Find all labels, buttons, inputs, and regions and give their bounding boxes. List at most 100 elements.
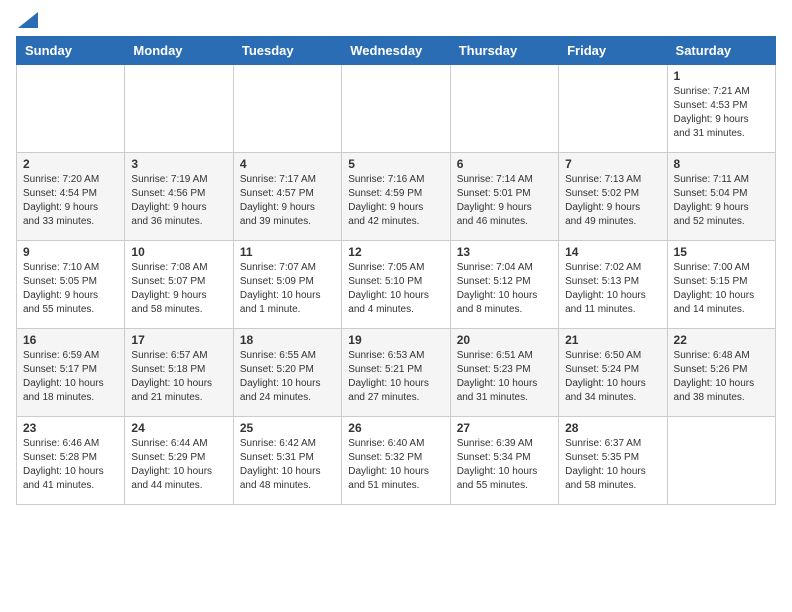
calendar-cell: 24 Sunrise: 6:44 AM Sunset: 5:29 PM Dayli… (125, 417, 233, 505)
day-number: 18 (240, 333, 335, 347)
day-info: Sunrise: 7:00 AM Sunset: 5:15 PM Dayligh… (674, 261, 769, 317)
weekday-header-thursday: Thursday (450, 37, 558, 65)
day-info: Sunrise: 7:11 AM Sunset: 5:04 PM Dayligh… (674, 173, 769, 229)
calendar-week-row: 16 Sunrise: 6:59 AM Sunset: 5:17 PM Dayli… (17, 329, 776, 417)
day-number: 27 (457, 421, 552, 435)
calendar-week-row: 1 Sunrise: 7:21 AM Sunset: 4:53 PM Daylig… (17, 65, 776, 153)
calendar-cell: 25 Sunrise: 6:42 AM Sunset: 5:31 PM Dayli… (233, 417, 341, 505)
calendar-cell (17, 65, 125, 153)
day-info: Sunrise: 6:44 AM Sunset: 5:29 PM Dayligh… (131, 437, 226, 493)
day-info: Sunrise: 7:04 AM Sunset: 5:12 PM Dayligh… (457, 261, 552, 317)
calendar-cell: 7Sunrise: 7:13 AM Sunset: 5:02 PM Daylig… (559, 153, 667, 241)
calendar-week-row: 9Sunrise: 7:10 AM Sunset: 5:05 PM Daylig… (17, 241, 776, 329)
day-info: Sunrise: 6:48 AM Sunset: 5:26 PM Dayligh… (674, 349, 769, 405)
day-info: Sunrise: 6:53 AM Sunset: 5:21 PM Dayligh… (348, 349, 443, 405)
day-number: 25 (240, 421, 335, 435)
day-info: Sunrise: 6:59 AM Sunset: 5:17 PM Dayligh… (23, 349, 118, 405)
day-number: 16 (23, 333, 118, 347)
day-number: 1 (674, 69, 769, 83)
calendar-cell: 4 Sunrise: 7:17 AM Sunset: 4:57 PM Daylig… (233, 153, 341, 241)
day-number: 10 (131, 245, 226, 259)
logo-icon (18, 12, 38, 28)
day-info: Sunrise: 7:08 AM Sunset: 5:07 PM Dayligh… (131, 261, 226, 317)
day-info: Sunrise: 7:17 AM Sunset: 4:57 PM Dayligh… (240, 173, 335, 229)
day-info: Sunrise: 7:21 AM Sunset: 4:53 PM Dayligh… (674, 85, 769, 141)
day-info: Sunrise: 7:16 AM Sunset: 4:59 PM Dayligh… (348, 173, 443, 229)
calendar-table: SundayMondayTuesdayWednesdayThursdayFrid… (16, 36, 776, 505)
day-info: Sunrise: 6:46 AM Sunset: 5:28 PM Dayligh… (23, 437, 118, 493)
calendar-cell: 28 Sunrise: 6:37 AM Sunset: 5:35 PM Dayli… (559, 417, 667, 505)
calendar-cell: 16 Sunrise: 6:59 AM Sunset: 5:17 PM Dayli… (17, 329, 125, 417)
calendar-cell: 17Sunrise: 6:57 AM Sunset: 5:18 PM Dayli… (125, 329, 233, 417)
day-number: 13 (457, 245, 552, 259)
day-info: Sunrise: 7:14 AM Sunset: 5:01 PM Dayligh… (457, 173, 552, 229)
page-header (16, 16, 776, 24)
calendar-week-row: 2 Sunrise: 7:20 AM Sunset: 4:54 PM Daylig… (17, 153, 776, 241)
weekday-header-saturday: Saturday (667, 37, 775, 65)
day-number: 17 (131, 333, 226, 347)
calendar-cell: 22 Sunrise: 6:48 AM Sunset: 5:26 PM Dayli… (667, 329, 775, 417)
day-info: Sunrise: 6:50 AM Sunset: 5:24 PM Dayligh… (565, 349, 660, 405)
calendar-cell: 3 Sunrise: 7:19 AM Sunset: 4:56 PM Daylig… (125, 153, 233, 241)
day-number: 11 (240, 245, 335, 259)
day-number: 28 (565, 421, 660, 435)
calendar-header-row: SundayMondayTuesdayWednesdayThursdayFrid… (17, 37, 776, 65)
day-number: 14 (565, 245, 660, 259)
calendar-cell: 9Sunrise: 7:10 AM Sunset: 5:05 PM Daylig… (17, 241, 125, 329)
calendar-cell (342, 65, 450, 153)
day-number: 19 (348, 333, 443, 347)
weekday-header-monday: Monday (125, 37, 233, 65)
calendar-cell: 5 Sunrise: 7:16 AM Sunset: 4:59 PM Daylig… (342, 153, 450, 241)
weekday-header-tuesday: Tuesday (233, 37, 341, 65)
day-info: Sunrise: 6:51 AM Sunset: 5:23 PM Dayligh… (457, 349, 552, 405)
day-info: Sunrise: 7:20 AM Sunset: 4:54 PM Dayligh… (23, 173, 118, 229)
calendar-cell: 20 Sunrise: 6:51 AM Sunset: 5:23 PM Dayli… (450, 329, 558, 417)
day-info: Sunrise: 7:07 AM Sunset: 5:09 PM Dayligh… (240, 261, 335, 317)
calendar-cell: 21 Sunrise: 6:50 AM Sunset: 5:24 PM Dayli… (559, 329, 667, 417)
day-number: 12 (348, 245, 443, 259)
calendar-cell: 19 Sunrise: 6:53 AM Sunset: 5:21 PM Dayli… (342, 329, 450, 417)
calendar-cell: 11 Sunrise: 7:07 AM Sunset: 5:09 PM Dayli… (233, 241, 341, 329)
day-number: 4 (240, 157, 335, 171)
day-number: 26 (348, 421, 443, 435)
day-info: Sunrise: 7:13 AM Sunset: 5:02 PM Dayligh… (565, 173, 660, 229)
calendar-cell: 8 Sunrise: 7:11 AM Sunset: 5:04 PM Daylig… (667, 153, 775, 241)
calendar-cell: 15 Sunrise: 7:00 AM Sunset: 5:15 PM Dayli… (667, 241, 775, 329)
day-number: 23 (23, 421, 118, 435)
calendar-cell (450, 65, 558, 153)
weekday-header-sunday: Sunday (17, 37, 125, 65)
calendar-cell: 1 Sunrise: 7:21 AM Sunset: 4:53 PM Daylig… (667, 65, 775, 153)
calendar-cell (667, 417, 775, 505)
day-info: Sunrise: 6:37 AM Sunset: 5:35 PM Dayligh… (565, 437, 660, 493)
calendar-cell (559, 65, 667, 153)
day-number: 3 (131, 157, 226, 171)
day-info: Sunrise: 6:40 AM Sunset: 5:32 PM Dayligh… (348, 437, 443, 493)
calendar-cell: 18Sunrise: 6:55 AM Sunset: 5:20 PM Dayli… (233, 329, 341, 417)
calendar-cell: 2 Sunrise: 7:20 AM Sunset: 4:54 PM Daylig… (17, 153, 125, 241)
day-number: 21 (565, 333, 660, 347)
calendar-cell: 14 Sunrise: 7:02 AM Sunset: 5:13 PM Dayli… (559, 241, 667, 329)
day-info: Sunrise: 7:10 AM Sunset: 5:05 PM Dayligh… (23, 261, 118, 317)
day-info: Sunrise: 6:42 AM Sunset: 5:31 PM Dayligh… (240, 437, 335, 493)
day-number: 22 (674, 333, 769, 347)
calendar-cell: 23 Sunrise: 6:46 AM Sunset: 5:28 PM Dayli… (17, 417, 125, 505)
day-number: 5 (348, 157, 443, 171)
calendar-cell (233, 65, 341, 153)
weekday-header-wednesday: Wednesday (342, 37, 450, 65)
calendar-cell: 10 Sunrise: 7:08 AM Sunset: 5:07 PM Dayli… (125, 241, 233, 329)
day-number: 2 (23, 157, 118, 171)
day-number: 15 (674, 245, 769, 259)
calendar-cell: 12 Sunrise: 7:05 AM Sunset: 5:10 PM Dayli… (342, 241, 450, 329)
day-info: Sunrise: 6:39 AM Sunset: 5:34 PM Dayligh… (457, 437, 552, 493)
weekday-header-friday: Friday (559, 37, 667, 65)
day-number: 8 (674, 157, 769, 171)
calendar-week-row: 23 Sunrise: 6:46 AM Sunset: 5:28 PM Dayli… (17, 417, 776, 505)
day-info: Sunrise: 7:19 AM Sunset: 4:56 PM Dayligh… (131, 173, 226, 229)
day-number: 20 (457, 333, 552, 347)
day-number: 24 (131, 421, 226, 435)
day-info: Sunrise: 7:05 AM Sunset: 5:10 PM Dayligh… (348, 261, 443, 317)
calendar-cell: 13 Sunrise: 7:04 AM Sunset: 5:12 PM Dayli… (450, 241, 558, 329)
calendar-cell: 26 Sunrise: 6:40 AM Sunset: 5:32 PM Dayli… (342, 417, 450, 505)
day-info: Sunrise: 7:02 AM Sunset: 5:13 PM Dayligh… (565, 261, 660, 317)
calendar-cell (125, 65, 233, 153)
